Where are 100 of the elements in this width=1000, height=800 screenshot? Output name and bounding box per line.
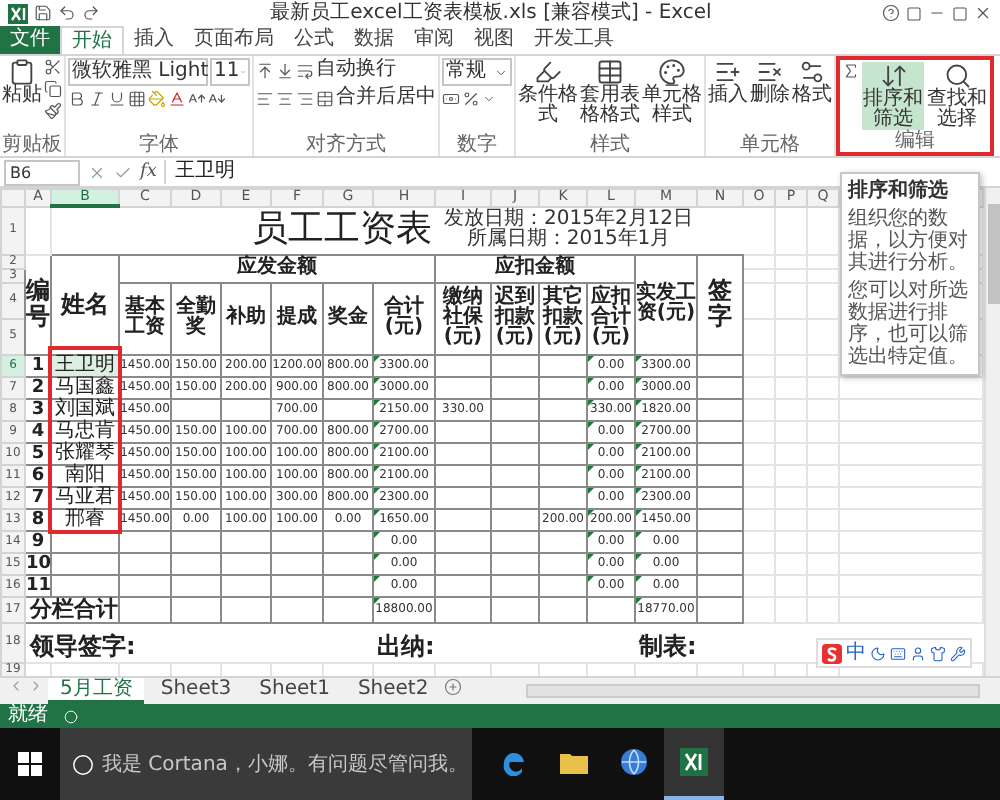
highlighter-icon[interactable] xyxy=(534,58,562,86)
clipboard-icon[interactable] xyxy=(8,58,36,86)
find-select-button[interactable]: 查找和选择 xyxy=(926,62,988,130)
keyboard-icon[interactable] xyxy=(890,645,906,661)
bottom-align-icon[interactable] xyxy=(276,61,294,79)
font-color-icon[interactable] xyxy=(168,90,186,108)
ribbon-tab[interactable]: 开始 xyxy=(60,26,124,54)
save-icon[interactable] xyxy=(34,4,52,22)
name-cell[interactable]: 马国鑫 xyxy=(51,376,119,398)
sliders-icon[interactable] xyxy=(798,58,826,86)
cut-icon[interactable] xyxy=(44,58,62,76)
currency-icon[interactable] xyxy=(442,90,460,108)
name-box[interactable]: B6 xyxy=(4,159,80,185)
group-label: 剪贴板 xyxy=(2,134,62,156)
wrap-icon[interactable] xyxy=(296,61,314,79)
name-cell[interactable]: 马忠肯 xyxy=(51,420,119,442)
undo-icon[interactable] xyxy=(58,4,76,22)
sheet-tab[interactable]: Sheet2 xyxy=(345,678,441,704)
sheet-title: 员工工资表 xyxy=(252,208,432,253)
search-icon[interactable] xyxy=(943,62,971,90)
column-header: 合计(元) xyxy=(373,282,435,354)
sheet-tab[interactable]: Sheet1 xyxy=(247,678,342,704)
align-right-icon[interactable] xyxy=(296,89,314,107)
user-icon[interactable] xyxy=(910,645,926,661)
bold-icon[interactable] xyxy=(68,90,86,108)
delete-rows-icon[interactable] xyxy=(756,58,784,86)
wrench-icon[interactable] xyxy=(950,645,966,661)
ribbon-tab[interactable]: 数据 xyxy=(344,26,404,54)
copy-icon[interactable] xyxy=(44,80,62,98)
taskbar-app[interactable] xyxy=(664,728,724,800)
search-box[interactable]: 我是 Cortana，小娜。有问题尽管问我。 xyxy=(60,728,472,800)
add-sheet-icon[interactable] xyxy=(444,678,463,696)
border-icon[interactable] xyxy=(128,90,146,108)
format-button[interactable]: 格式 xyxy=(792,58,832,106)
sheet-tab[interactable]: 5月工资 xyxy=(48,678,145,704)
name-cell[interactable]: 王卫明 xyxy=(51,354,119,376)
help-icon[interactable] xyxy=(882,4,900,22)
font-name-select[interactable]: 微软雅黑 Light xyxy=(68,58,208,86)
cancel-icon[interactable] xyxy=(88,163,106,181)
table-icon[interactable] xyxy=(596,58,624,86)
column-header: 全勤奖 xyxy=(171,282,221,354)
shrink-font-icon[interactable] xyxy=(208,90,226,108)
number-format-select[interactable]: 常规 xyxy=(442,58,512,86)
redo-icon[interactable] xyxy=(82,4,100,22)
underline-icon[interactable] xyxy=(108,90,126,108)
file-tab[interactable]: 文件 xyxy=(0,26,60,54)
table-format-button[interactable]: 套用表格格式 xyxy=(580,58,640,126)
fill-color-icon[interactable] xyxy=(148,90,166,108)
italic-icon[interactable] xyxy=(88,90,106,108)
grow-font-icon[interactable] xyxy=(188,90,206,108)
ribbon-tab[interactable]: 公式 xyxy=(284,26,344,54)
number-cell: 11 xyxy=(25,574,51,596)
delete-button[interactable]: 删除 xyxy=(750,58,790,106)
name-cell[interactable]: 马亚君 xyxy=(51,486,119,508)
sheet-tab[interactable]: Sheet3 xyxy=(148,678,244,704)
ribbon-tab[interactable]: 插入 xyxy=(124,26,184,54)
ribbon-tab[interactable]: 开发工具 xyxy=(524,26,624,54)
sort-icon[interactable] xyxy=(879,62,907,90)
top-align-icon[interactable] xyxy=(256,61,274,79)
name-cell[interactable]: 刘国斌 xyxy=(51,398,119,420)
sum-icon[interactable] xyxy=(842,62,860,80)
ribbon-tab[interactable]: 视图 xyxy=(464,26,524,54)
vertical-scrollbar[interactable] xyxy=(984,188,1000,676)
font-size-select[interactable]: 11 xyxy=(210,58,250,86)
spreadsheet-icon[interactable] xyxy=(680,748,708,776)
cell-style-button[interactable]: 单元格样式 xyxy=(642,58,702,126)
globe-icon[interactable] xyxy=(620,748,648,776)
windows-logo-icon[interactable] xyxy=(18,752,42,776)
number-cell: 9 xyxy=(25,530,51,552)
palette-icon[interactable] xyxy=(658,58,686,86)
function-label[interactable]: fx xyxy=(140,162,157,182)
column-header: 奖金 xyxy=(323,282,373,354)
search-field[interactable]: 我是 Cortana，小娜。有问题尽管问我。 xyxy=(102,753,472,775)
ribbon-tab[interactable]: 审阅 xyxy=(404,26,464,54)
name-cell[interactable]: 南阳 xyxy=(51,464,119,486)
sort-filter-button[interactable]: 排序和筛选 xyxy=(862,62,924,130)
merge-center-button[interactable]: 合并后居中 xyxy=(316,86,436,110)
number-cell: 8 xyxy=(25,508,51,530)
maximize-icon[interactable] xyxy=(952,5,968,21)
align-left-icon[interactable] xyxy=(256,89,274,107)
conditional-format-button[interactable]: 条件格式 xyxy=(518,58,578,126)
shirt-icon[interactable] xyxy=(930,645,946,661)
align-center-icon[interactable] xyxy=(276,89,294,107)
insert-button[interactable]: 插入 xyxy=(708,58,748,106)
paste-button[interactable]: 粘贴 xyxy=(2,58,42,106)
browser-icon[interactable] xyxy=(500,748,528,776)
moon-icon[interactable] xyxy=(870,645,886,661)
input-method-icon[interactable] xyxy=(822,643,842,663)
paintbrush-icon[interactable] xyxy=(44,102,62,120)
folder-icon[interactable] xyxy=(560,750,588,774)
wrap-text-button[interactable]: 自动换行 xyxy=(296,58,396,82)
input-mode[interactable]: 中 xyxy=(846,642,866,664)
ribbon-tab[interactable]: 页面布局 xyxy=(184,26,284,54)
insert-rows-icon[interactable] xyxy=(714,58,742,86)
merge-icon[interactable] xyxy=(316,89,334,107)
name-cell[interactable]: 张耀琴 xyxy=(51,442,119,464)
percent-icon[interactable] xyxy=(462,90,480,108)
tooltip-text: 组织您的数据，以方便对其进行分析。 xyxy=(848,208,970,274)
horizontal-scrollbar[interactable] xyxy=(526,684,980,698)
close-icon[interactable] xyxy=(974,4,992,22)
